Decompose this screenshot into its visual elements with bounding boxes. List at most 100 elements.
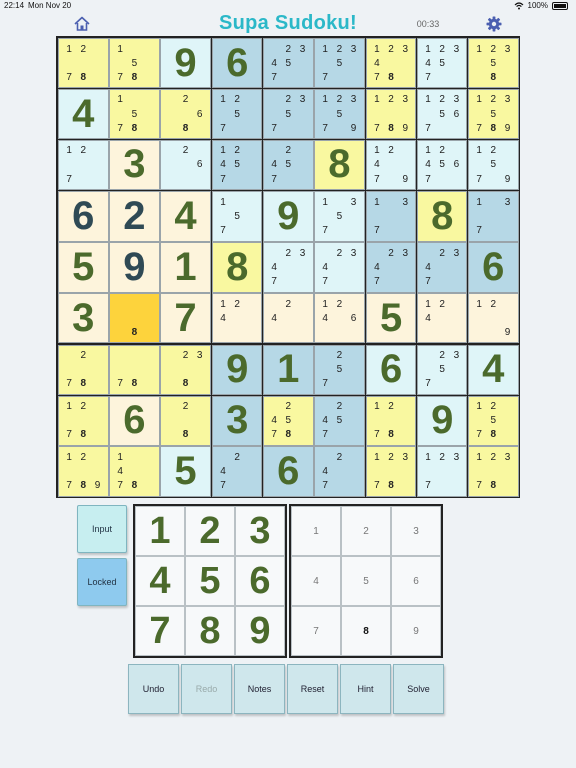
note-key[interactable]: 6 xyxy=(391,556,441,606)
cell[interactable]: 123 789 xyxy=(365,88,417,140)
undo-button[interactable]: Undo xyxy=(128,664,179,714)
cell[interactable]: 123 4 78 xyxy=(365,38,417,89)
cell[interactable]: 123 78 xyxy=(468,446,519,497)
cell[interactable]: 6 xyxy=(365,344,417,395)
cell[interactable]: 5 xyxy=(58,242,109,293)
cell[interactable]: 1 xyxy=(263,344,314,395)
note-key[interactable]: 2 xyxy=(341,506,391,556)
cell[interactable]: 12457 xyxy=(211,139,263,191)
cell[interactable]: 3 xyxy=(211,395,263,446)
cell[interactable]: 24578 xyxy=(263,395,314,446)
cell[interactable]: 1 3 7 xyxy=(468,191,519,242)
cell[interactable]: 268 xyxy=(160,88,211,140)
cell[interactable]: 12 7 xyxy=(58,139,109,191)
cell[interactable]: 24 7 xyxy=(211,446,263,497)
number-key[interactable]: 8 xyxy=(185,606,235,656)
cell[interactable]: 12 9 xyxy=(468,293,519,344)
cell[interactable]: 8 xyxy=(416,191,468,242)
cell[interactable]: 6 xyxy=(468,242,519,293)
cell[interactable]: 8 xyxy=(211,242,263,293)
number-key[interactable]: 5 xyxy=(185,556,235,606)
cell[interactable]: 2 78 xyxy=(58,344,109,395)
cell[interactable]: 12 78 xyxy=(365,395,417,446)
cell[interactable]: 12357 xyxy=(314,38,365,89)
note-key[interactable]: 8 xyxy=(341,606,391,656)
cell[interactable]: 23 4 7 xyxy=(416,242,468,293)
cell[interactable]: 24 xyxy=(263,293,314,344)
cell[interactable]: 6 xyxy=(211,38,263,89)
note-key[interactable]: 1 xyxy=(291,506,341,556)
cell[interactable]: 26 xyxy=(160,139,211,191)
cell[interactable]: 124 6 xyxy=(314,293,365,344)
cell[interactable]: 3 xyxy=(58,293,109,344)
note-key[interactable]: 5 xyxy=(341,556,391,606)
cell[interactable]: 1578 xyxy=(109,38,160,89)
cell[interactable]: 23 4 7 xyxy=(263,242,314,293)
locked-mode-button[interactable]: Locked xyxy=(77,558,127,606)
cell[interactable]: 7 xyxy=(160,293,211,344)
number-key[interactable]: 3 xyxy=(235,506,285,556)
number-key[interactable]: 7 xyxy=(135,606,185,656)
cell[interactable]: 28 xyxy=(160,395,211,446)
cell[interactable]: 124 xyxy=(416,293,468,344)
cell[interactable]: 23 4 7 xyxy=(314,242,365,293)
cell[interactable]: 8 xyxy=(109,293,160,344)
hint-button[interactable]: Hint xyxy=(340,664,391,714)
cell[interactable]: 24 7 xyxy=(314,446,365,497)
cell[interactable]: 6 xyxy=(263,446,314,497)
cell[interactable]: 2457 xyxy=(263,139,314,191)
cell[interactable]: 2357 xyxy=(263,88,314,140)
cell[interactable]: 12 57 9 xyxy=(468,139,519,191)
cell[interactable]: 23 457 xyxy=(263,38,314,89)
cell[interactable]: 123 7 xyxy=(416,446,468,497)
reset-button[interactable]: Reset xyxy=(287,664,338,714)
note-key[interactable]: 9 xyxy=(391,606,441,656)
cell[interactable]: 1 xyxy=(160,242,211,293)
cell[interactable]: 9 xyxy=(416,395,468,446)
input-mode-button[interactable]: Input xyxy=(77,505,127,553)
cell[interactable]: 9 xyxy=(263,191,314,242)
cell[interactable]: 5 xyxy=(160,446,211,497)
cell[interactable]: 124 7 9 xyxy=(365,139,417,191)
cell[interactable]: 12 789 xyxy=(58,446,109,497)
cell[interactable]: 1 3 7 xyxy=(365,191,417,242)
cell[interactable]: 9 xyxy=(109,242,160,293)
cell[interactable]: 6 xyxy=(58,191,109,242)
cell[interactable]: 23 8 xyxy=(160,344,211,395)
cell[interactable]: 157 xyxy=(211,191,263,242)
cell[interactable]: 123 78 xyxy=(365,446,417,497)
cell[interactable]: 124 xyxy=(211,293,263,344)
cell[interactable]: 2457 xyxy=(314,395,365,446)
note-key[interactable]: 3 xyxy=(391,506,441,556)
cell[interactable]: 123 457 xyxy=(416,38,468,89)
cell[interactable]: 3 xyxy=(109,139,160,191)
cell[interactable]: 1578 xyxy=(109,88,160,140)
number-key[interactable]: 4 xyxy=(135,556,185,606)
cell[interactable]: 12356 7 xyxy=(416,88,468,140)
notes-button[interactable]: Notes xyxy=(234,664,285,714)
cell[interactable]: 12 78 xyxy=(58,38,109,89)
cell[interactable]: 6 xyxy=(109,395,160,446)
cell[interactable]: 4 xyxy=(468,344,519,395)
cell[interactable]: 2 xyxy=(109,191,160,242)
cell[interactable]: 1235 8 xyxy=(468,38,519,89)
cell[interactable]: 12 57 xyxy=(211,88,263,140)
cell[interactable]: 5 xyxy=(365,293,417,344)
note-key[interactable]: 7 xyxy=(291,606,341,656)
cell[interactable]: 78 xyxy=(109,344,160,395)
settings-button[interactable] xyxy=(484,14,504,34)
cell[interactable]: 12357 9 xyxy=(314,88,365,140)
solve-button[interactable]: Solve xyxy=(393,664,444,714)
cell[interactable]: 8 xyxy=(314,139,365,191)
cell[interactable]: 12456 7 xyxy=(416,139,468,191)
cell[interactable]: 23 4 7 xyxy=(365,242,417,293)
cell[interactable]: 12 578 xyxy=(468,395,519,446)
cell[interactable]: 12 78 xyxy=(58,395,109,446)
cell[interactable]: 9 xyxy=(211,344,263,395)
number-key[interactable]: 6 xyxy=(235,556,285,606)
cell[interactable]: 1 357 xyxy=(314,191,365,242)
cell[interactable]: 2357 xyxy=(416,344,468,395)
number-key[interactable]: 1 xyxy=(135,506,185,556)
cell[interactable]: 1 4 78 xyxy=(109,446,160,497)
note-key[interactable]: 4 xyxy=(291,556,341,606)
